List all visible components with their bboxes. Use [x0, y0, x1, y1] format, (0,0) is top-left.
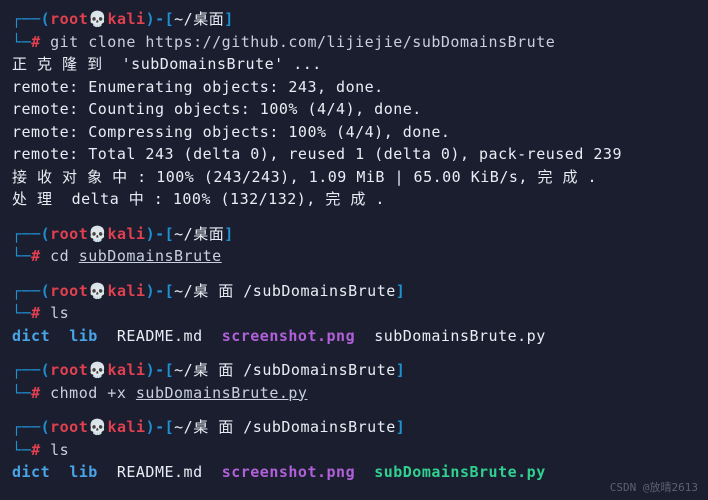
file-entry: subDomainsBrute.py [374, 327, 546, 345]
prompt-line-4: ┌──(root💀kali)-[~/桌 面 /subDomainsBrute] [12, 359, 696, 382]
executable-entry: subDomainsBrute.py [374, 463, 546, 481]
image-entry: screenshot.png [222, 327, 355, 345]
dir-entry: dict [12, 327, 50, 345]
command-line-4[interactable]: └─# chmod +x subDomainsBrute.py [12, 382, 696, 405]
skull-icon: 💀 [88, 225, 107, 243]
command-line-2[interactable]: └─# cd subDomainsBrute [12, 245, 696, 268]
skull-icon: 💀 [88, 10, 107, 28]
output-line: remote: Compressing objects: 100% (4/4),… [12, 121, 696, 144]
dir-entry: lib [69, 327, 98, 345]
ls-output-2: dict lib README.md screenshot.png subDom… [12, 461, 696, 484]
ls-output-1: dict lib README.md screenshot.png subDom… [12, 325, 696, 348]
prompt-line-3: ┌──(root💀kali)-[~/桌 面 /subDomainsBrute] [12, 280, 696, 303]
output-line: remote: Counting objects: 100% (4/4), do… [12, 98, 696, 121]
command-line-1[interactable]: └─# git clone https://github.com/lijieji… [12, 31, 696, 54]
prompt-line-2: ┌──(root💀kali)-[~/桌面] [12, 223, 696, 246]
skull-icon: 💀 [88, 361, 107, 379]
output-line: 处 理 delta 中 : 100% (132/132), 完 成 . [12, 188, 696, 211]
command-line-5[interactable]: └─# ls [12, 439, 696, 462]
image-entry: screenshot.png [222, 463, 355, 481]
output-line: 接 收 对 象 中 : 100% (243/243), 1.09 MiB | 6… [12, 166, 696, 189]
skull-icon: 💀 [88, 418, 107, 436]
skull-icon: 💀 [88, 282, 107, 300]
file-entry: README.md [117, 327, 203, 345]
dir-entry: lib [69, 463, 98, 481]
dir-entry: dict [12, 463, 50, 481]
prompt-line-1: ┌──(root💀kali)-[~/桌面] [12, 8, 696, 31]
watermark: CSDN @放晴2613 [610, 480, 698, 497]
prompt-line-5: ┌──(root💀kali)-[~/桌 面 /subDomainsBrute] [12, 416, 696, 439]
output-line: 正 克 隆 到 'subDomainsBrute' ... [12, 53, 696, 76]
output-line: remote: Total 243 (delta 0), reused 1 (d… [12, 143, 696, 166]
output-line: remote: Enumerating objects: 243, done. [12, 76, 696, 99]
command-line-3[interactable]: └─# ls [12, 302, 696, 325]
file-entry: README.md [117, 463, 203, 481]
